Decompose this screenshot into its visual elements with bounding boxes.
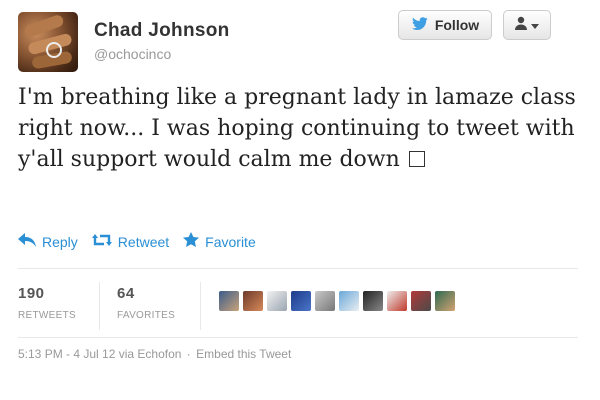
avatar[interactable] [243,291,263,311]
timestamp[interactable]: 5:13 PM - 4 Jul 12 [18,347,115,361]
avatar[interactable] [339,291,359,311]
twitter-bird-icon [411,16,429,34]
avatar[interactable] [219,291,239,311]
retweet-icon [91,233,112,250]
embed-link[interactable]: Embed this Tweet [196,347,291,361]
favorite-button[interactable]: Favorite [183,232,256,251]
meta-separator: · [186,347,191,361]
avatar[interactable] [315,291,335,311]
favoriters-avatars [219,291,455,311]
retweet-button[interactable]: Retweet [91,232,170,251]
avatar[interactable] [291,291,311,311]
avatar[interactable] [411,291,431,311]
ring-icon [46,42,62,58]
caret-down-icon [531,16,539,34]
divider [18,337,578,338]
retweets-stat[interactable]: 190 RETWEETS [18,285,76,321]
avatar[interactable] [18,12,78,72]
tweet-meta: 5:13 PM - 4 Jul 12 via Echofon · Embed t… [18,347,291,361]
divider [18,268,578,269]
user-handle[interactable]: @ochocinco [94,46,171,62]
avatar[interactable] [267,291,287,311]
user-icon [515,16,527,35]
favorites-stat[interactable]: 64 FAVORITES [117,285,175,321]
reply-label: Reply [42,233,78,250]
reply-button[interactable]: Reply [18,232,78,251]
divider [200,282,201,330]
user-actions-button[interactable] [503,10,551,40]
tweet-actions: Reply Retweet Favorite [18,232,256,251]
follow-label: Follow [434,17,480,33]
favorites-count: 64 [117,285,135,302]
retweets-count: 190 [18,285,45,302]
via-source: via Echofon [118,347,182,361]
tweet-body: I'm breathing like a pregnant lady in la… [18,85,576,172]
follow-button[interactable]: Follow [398,10,492,40]
avatar[interactable] [435,291,455,311]
star-icon [183,232,200,251]
tweet-text: I'm breathing like a pregnant lady in la… [18,82,578,175]
reply-icon [18,233,36,250]
user-name[interactable]: Chad Johnson [94,20,230,42]
favorites-label: FAVORITES [117,310,176,321]
retweet-label: Retweet [117,233,170,250]
avatar[interactable] [387,291,407,311]
missing-glyph-icon [408,151,425,167]
avatar[interactable] [363,291,383,311]
retweets-label: RETWEETS [18,310,76,321]
favorite-label: Favorite [205,233,256,250]
divider [99,282,100,330]
